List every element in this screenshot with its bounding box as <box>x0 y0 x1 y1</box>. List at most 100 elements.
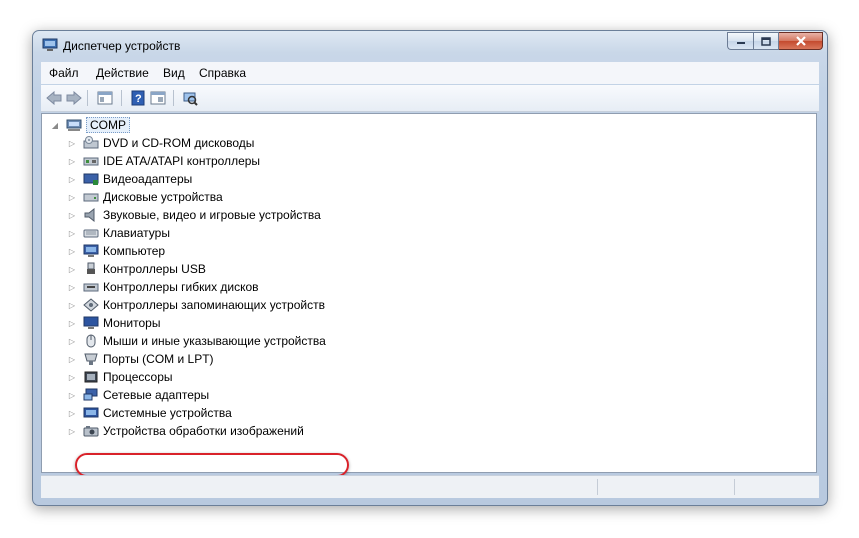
mouse-icon <box>86 334 96 348</box>
expand-arrow-icon[interactable]: ▷ <box>67 372 77 382</box>
scan-hardware-icon <box>183 92 198 106</box>
tree-item[interactable]: ▷ Контроллеры USB <box>67 260 206 278</box>
scan-hardware-button[interactable] <box>181 89 199 107</box>
help-button[interactable]: ? <box>129 89 147 107</box>
tree-item-label: Контроллеры гибких дисков <box>103 280 259 294</box>
tree-item[interactable]: ▷ Контроллеры гибких дисков <box>67 278 259 296</box>
forward-arrow-icon <box>66 91 82 105</box>
tree-item[interactable]: ▷ Сетевые адаптеры <box>67 386 209 404</box>
expand-arrow-icon[interactable]: ▷ <box>67 282 77 292</box>
expand-arrow-icon[interactable]: ▷ <box>67 426 77 436</box>
tree-item[interactable]: ▷ Дисковые устройства <box>67 188 223 206</box>
caption-buttons <box>727 32 823 52</box>
close-button[interactable] <box>779 32 823 50</box>
tree-item-label: Видеоадаптеры <box>103 172 193 186</box>
display-adapter-icon <box>83 173 99 185</box>
status-bar <box>41 475 819 498</box>
tree-item-label: Системные устройства <box>103 406 232 420</box>
svg-text:?: ? <box>135 93 142 105</box>
expand-arrow-icon[interactable]: ▷ <box>67 318 77 328</box>
menu-bar: Файл Действие Вид Справка <box>41 62 819 84</box>
title-bar[interactable]: Диспетчер устройств <box>33 31 827 59</box>
tree-item-label: Компьютер <box>103 244 166 258</box>
tree-item-label: Клавиатуры <box>103 226 170 240</box>
device-manager-icon <box>42 38 58 51</box>
keyboard-icon <box>83 229 99 238</box>
tree-item[interactable]: ▷ DVD и CD-ROM дисководы <box>67 134 254 152</box>
tree-item[interactable]: ▷ IDE ATA/ATAPI контроллеры <box>67 152 260 170</box>
expand-arrow-icon[interactable]: ▷ <box>67 192 77 202</box>
expand-arrow-icon[interactable]: ▷ <box>67 408 77 418</box>
computer-icon <box>83 244 99 257</box>
expand-arrow-icon[interactable]: ▷ <box>67 264 77 274</box>
highlight-annotation <box>75 453 349 477</box>
network-adapter-icon <box>83 388 98 401</box>
tree-item[interactable]: ▷ Устройства обработки изображений <box>67 422 304 440</box>
menu-file[interactable]: Файл <box>49 66 79 80</box>
tree-item-label: Устройства обработки изображений <box>103 424 304 438</box>
properties-icon <box>97 91 113 105</box>
menu-help[interactable]: Справка <box>199 66 246 80</box>
view-button[interactable] <box>149 89 167 107</box>
tree-item[interactable]: ▷ Порты (COM и LPT) <box>67 350 214 368</box>
dvd-drive-icon <box>83 136 99 149</box>
ide-controller-icon <box>83 157 99 166</box>
tree-item[interactable]: ▷ Клавиатуры <box>67 224 170 242</box>
tree-item[interactable]: ▷ Звуковые, видео и игровые устройства <box>67 206 321 224</box>
status-divider <box>597 479 598 495</box>
tree-item[interactable]: ▷ Видеоадаптеры <box>67 170 192 188</box>
forward-button[interactable] <box>65 89 83 107</box>
monitor-icon <box>83 316 99 329</box>
usb-icon <box>87 262 95 274</box>
close-icon <box>795 36 806 46</box>
tree-item-label: Контроллеры USB <box>103 262 206 276</box>
disk-drive-icon <box>83 193 99 202</box>
speaker-icon <box>84 208 95 222</box>
tree-item[interactable]: ▷ Мониторы <box>67 314 161 332</box>
tree-item[interactable]: ▷ Контроллеры запоминающих устройств <box>67 296 325 314</box>
tree-item[interactable]: ▷ Мыши и иные указывающие устройства <box>67 332 326 350</box>
expand-arrow-icon[interactable]: ▷ <box>67 354 77 364</box>
help-icon: ? <box>131 90 145 106</box>
expand-arrow-icon[interactable]: ▷ <box>67 138 77 148</box>
device-manager-window: Диспетчер устройств Файл Действие Вид Сп… <box>32 30 828 506</box>
toolbar-separator <box>173 90 174 106</box>
back-button[interactable] <box>45 89 63 107</box>
port-icon <box>84 353 98 365</box>
expand-arrow-icon[interactable]: ▷ <box>67 336 77 346</box>
tree-item[interactable]: ▷ Компьютер <box>67 242 165 260</box>
expand-arrow-icon[interactable]: ▷ <box>67 174 77 184</box>
status-divider <box>734 479 735 495</box>
maximize-button[interactable] <box>753 32 779 50</box>
maximize-icon <box>761 36 771 46</box>
back-arrow-icon <box>46 91 62 105</box>
collapse-arrow-icon[interactable]: ◢ <box>50 120 60 130</box>
view-icon <box>150 91 166 105</box>
tree-root-label: COMP <box>86 117 130 133</box>
menu-view[interactable]: Вид <box>163 66 185 80</box>
tree-item-label: Мониторы <box>103 316 161 330</box>
device-tree[interactable]: ◢ COMP ▷ DVD и CD-ROM дисководы ▷ IDE ATA/A… <box>41 113 817 477</box>
tree-item[interactable]: ▷ Системные устройства <box>67 404 232 422</box>
minimize-button[interactable] <box>727 32 753 50</box>
processor-icon <box>84 371 98 383</box>
tree-item-label: Сетевые адаптеры <box>103 388 210 402</box>
expand-arrow-icon[interactable]: ▷ <box>67 246 77 256</box>
expand-arrow-icon[interactable]: ▷ <box>67 228 77 238</box>
tree-item-label: IDE ATA/ATAPI контроллеры <box>103 154 261 168</box>
expand-arrow-icon[interactable]: ▷ <box>67 210 77 220</box>
tree-item[interactable]: ▷ Процессоры <box>67 368 173 386</box>
tree-item-label: Процессоры <box>103 370 173 384</box>
toolbar: ? <box>41 85 819 112</box>
tree-item-label: Порты (COM и LPT) <box>103 352 214 366</box>
expand-arrow-icon[interactable]: ▷ <box>67 390 77 400</box>
expand-arrow-icon[interactable]: ▷ <box>67 300 77 310</box>
tree-root[interactable]: ◢ COMP <box>50 116 130 134</box>
properties-button[interactable] <box>96 89 114 107</box>
expand-arrow-icon[interactable]: ▷ <box>67 156 77 166</box>
minimize-icon <box>736 42 745 44</box>
menu-action[interactable]: Действие <box>96 66 149 80</box>
toolbar-separator <box>121 90 122 106</box>
camera-icon <box>83 426 99 437</box>
toolbar-separator <box>87 90 88 106</box>
